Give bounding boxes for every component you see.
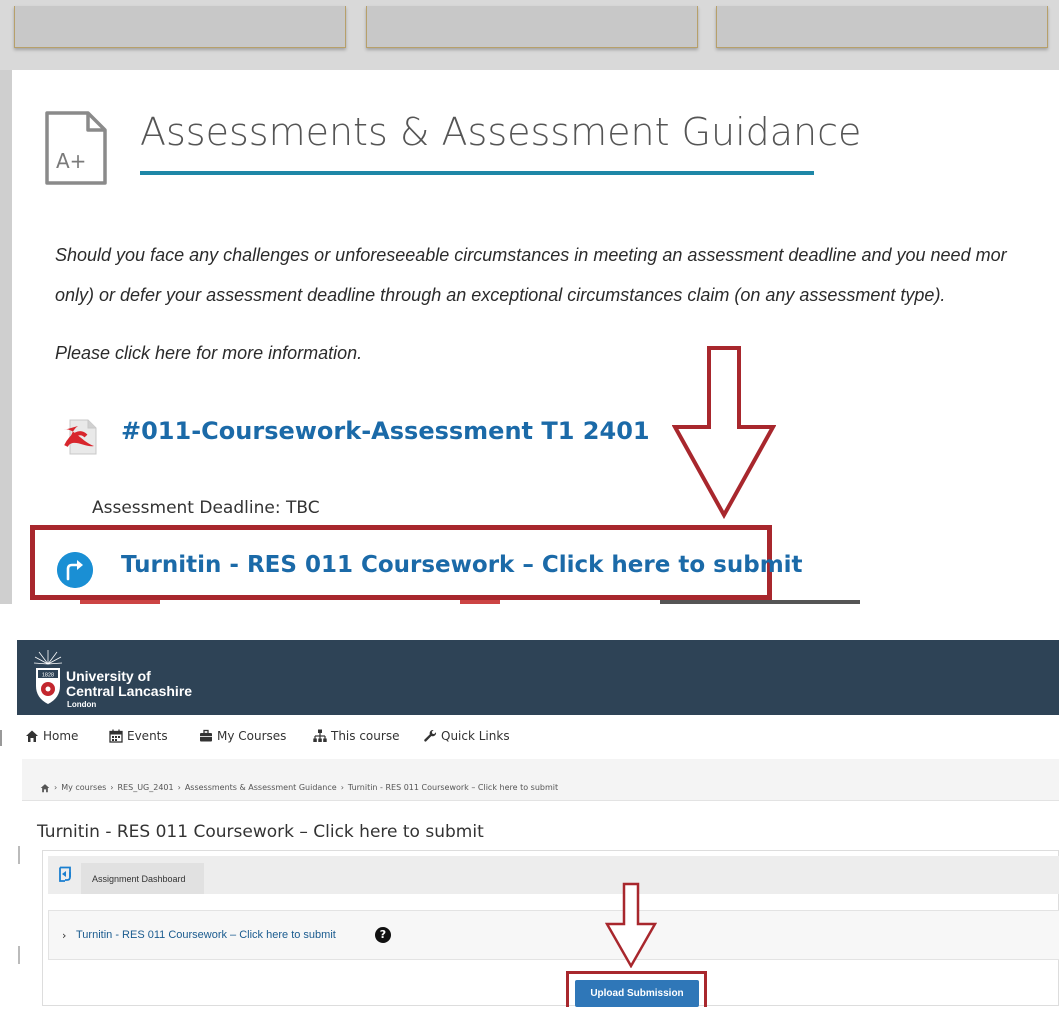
guidance-text: only) or defer your assessment deadline … [55, 285, 946, 305]
nav-item-label: Events [127, 729, 168, 743]
pdf-file-icon [64, 419, 97, 455]
help-icon[interactable]: ? [375, 927, 391, 943]
home-icon [26, 730, 38, 742]
assignment-tab-bar: Assignment Dashboard [48, 856, 1059, 894]
turnitin-submit-link[interactable]: Turnitin - RES 011 Coursework – Click he… [121, 552, 803, 578]
assessment-deadline: Assessment Deadline: TBC [92, 498, 320, 518]
turnitin-assignment-icon [57, 552, 93, 588]
assessment-grade-icon: A+ [45, 111, 107, 185]
svg-text:1828: 1828 [42, 673, 54, 679]
calendar-icon [109, 729, 123, 743]
briefcase-icon [200, 729, 212, 742]
nav-item-label: My Courses [217, 729, 287, 743]
breadcrumb: › My courses › RES_UG_2401 › Assessments… [22, 759, 1059, 801]
nav-item-events[interactable]: Events [109, 729, 168, 743]
course-tile[interactable] [366, 6, 698, 48]
nav-edge [0, 730, 2, 746]
breadcrumb-separator: › [340, 783, 344, 792]
down-arrow-annotation [605, 882, 657, 968]
more-information-link[interactable]: Please click here for more information. [55, 343, 362, 364]
university-header: 1828 University of Central Lancashire Lo… [17, 640, 1059, 715]
chevron-right-icon: › [62, 929, 67, 942]
section-title-underline [140, 171, 814, 175]
guidance-text: Should you face any challenges or unfore… [55, 245, 1007, 265]
university-crest-icon: 1828 [33, 650, 63, 704]
university-name: University of [66, 668, 151, 684]
tab-assignment-dashboard[interactable]: Assignment Dashboard [81, 863, 204, 894]
down-arrow-annotation [672, 346, 776, 519]
course-page-screenshot: A+ Assessments & Assessment Guidance Sho… [0, 0, 1059, 604]
left-edge-marks [18, 846, 20, 964]
nav-item-home[interactable]: Home [25, 729, 78, 743]
university-campus: London [67, 700, 97, 709]
nav-item-this-course[interactable]: This course [313, 729, 399, 743]
nav-item-label: This course [331, 729, 400, 743]
university-name: Central Lancashire [66, 683, 193, 699]
home-icon[interactable] [40, 783, 50, 793]
breadcrumb-item[interactable]: RES_UG_2401 [118, 783, 174, 792]
course-tile[interactable] [14, 6, 346, 48]
turnitin-return-icon [59, 866, 71, 882]
nav-item-quick-links[interactable]: Quick Links [423, 729, 510, 743]
course-tiles-strip [0, 0, 1059, 70]
breadcrumb-separator: › [54, 783, 58, 792]
turnitin-page-screenshot: 1828 University of Central Lancashire Lo… [0, 640, 1059, 1016]
breadcrumb-item[interactable]: Assessments & Assessment Guidance [185, 783, 337, 792]
breadcrumb-separator: › [177, 783, 181, 792]
upload-highlight: Upload Submission [566, 971, 707, 1007]
breadcrumb-item: Turnitin - RES 011 Coursework – Click he… [347, 783, 559, 792]
left-gutter [0, 70, 12, 604]
upload-submission-button[interactable]: Upload Submission [575, 980, 699, 1007]
cropped-row-remnant [80, 600, 860, 604]
nav-item-label: Quick Links [441, 729, 510, 743]
wrench-icon [424, 729, 437, 742]
nav-item-my-courses[interactable]: My Courses [199, 729, 286, 743]
assignment-panel: Assignment Dashboard › Turnitin - RES 01… [42, 850, 1059, 1007]
svg-text:A+: A+ [56, 149, 86, 173]
assignment-collapse-row[interactable]: › Turnitin - RES 011 Coursework – Click … [48, 910, 1059, 960]
breadcrumb-separator: › [110, 783, 114, 792]
turnitin-submit-highlight: Turnitin - RES 011 Coursework – Click he… [30, 525, 803, 600]
page-title: Turnitin - RES 011 Coursework – Click he… [37, 822, 484, 842]
course-tile[interactable] [716, 6, 1048, 48]
sitemap-icon [313, 729, 327, 742]
top-navigation: Home Events My Courses This course Quick… [17, 725, 1059, 753]
coursework-assessment-pdf-link[interactable]: #011-Coursework-Assessment T1 2401 [121, 417, 650, 445]
section-title: Assessments & Assessment Guidance [140, 110, 862, 154]
nav-item-label: Home [43, 729, 79, 743]
assignment-title-link[interactable]: Turnitin - RES 011 Coursework – Click he… [76, 929, 336, 941]
breadcrumb-item[interactable]: My courses [61, 783, 106, 792]
